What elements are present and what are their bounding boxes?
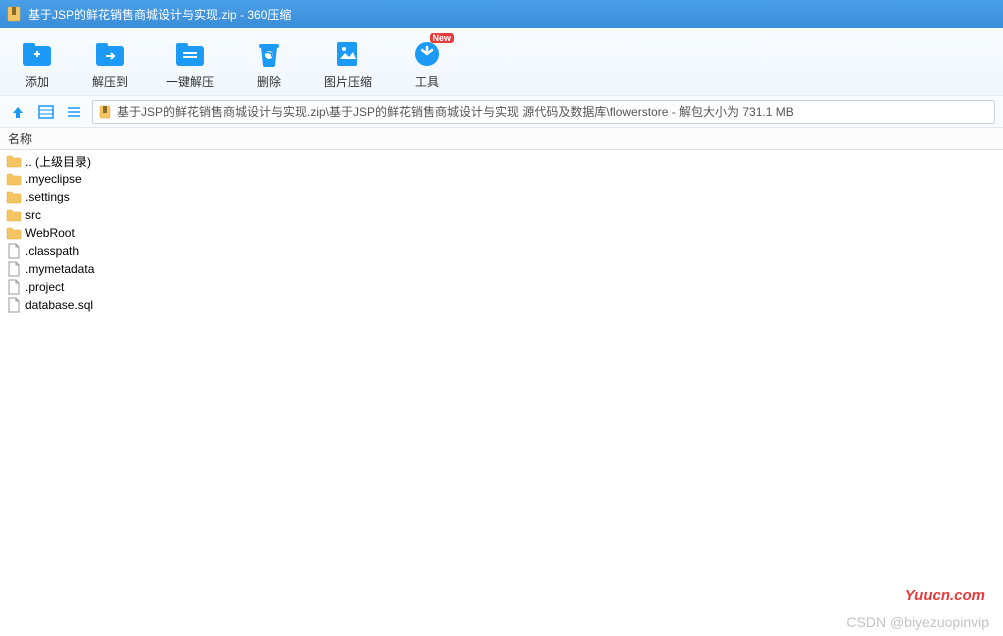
zip-icon	[97, 104, 113, 120]
file-name: .classpath	[25, 244, 79, 258]
file-name: database.sql	[25, 298, 93, 312]
file-name: .myeclipse	[25, 172, 82, 186]
toolbar-extract[interactable]: 一键解压	[166, 39, 214, 90]
list-item[interactable]: .project	[0, 278, 1003, 296]
app-icon	[6, 6, 22, 22]
file-name: WebRoot	[25, 226, 75, 240]
list-item[interactable]: .settings	[0, 188, 1003, 206]
toolbar-label: 添加	[25, 73, 49, 90]
file-name: .. (上级目录)	[25, 153, 91, 170]
toolbar-label: 图片压缩	[324, 73, 372, 90]
list-item[interactable]: .mymetadata	[0, 260, 1003, 278]
toolbar-label: 一键解压	[166, 73, 214, 90]
toolbar: 添加 解压到 一键解压 删除 图片压缩 New 工具	[0, 28, 1003, 96]
file-icon	[6, 279, 22, 295]
toolbar-add[interactable]: 添加	[20, 39, 54, 90]
toolbar-extract-to[interactable]: 解压到	[92, 39, 128, 90]
file-icon	[6, 243, 22, 259]
view-details-button[interactable]	[36, 102, 56, 122]
title-bar: 基于JSP的鲜花销售商城设计与实现.zip - 360压缩	[0, 0, 1003, 28]
toolbar-tools[interactable]: New 工具	[410, 39, 444, 90]
folder-icon	[6, 153, 22, 169]
file-icon	[6, 261, 22, 277]
list-item[interactable]: .classpath	[0, 242, 1003, 260]
file-name: .project	[25, 280, 64, 294]
delete-icon	[252, 39, 286, 69]
tools-icon	[410, 39, 444, 69]
view-list-button[interactable]	[64, 102, 84, 122]
window-title: 基于JSP的鲜花销售商城设计与实现.zip - 360压缩	[28, 6, 291, 23]
path-bar: 基于JSP的鲜花销售商城设计与实现.zip\基于JSP的鲜花销售商城设计与实现 …	[0, 96, 1003, 128]
file-list: .. (上级目录) .myeclipse .settings src WebRoot .c…	[0, 150, 1003, 316]
column-header: 名称	[0, 128, 1003, 150]
path-text: 基于JSP的鲜花销售商城设计与实现.zip\基于JSP的鲜花销售商城设计与实现 …	[117, 103, 794, 120]
list-item[interactable]: src	[0, 206, 1003, 224]
extract-to-icon	[93, 39, 127, 69]
add-folder-icon	[20, 39, 54, 69]
watermark-csdn: CSDN @biyezuopinvip	[846, 614, 989, 630]
path-field[interactable]: 基于JSP的鲜花销售商城设计与实现.zip\基于JSP的鲜花销售商城设计与实现 …	[92, 100, 995, 124]
column-name[interactable]: 名称	[0, 130, 32, 147]
toolbar-delete[interactable]: 删除	[252, 39, 286, 90]
up-button[interactable]	[8, 102, 28, 122]
file-name: .settings	[25, 190, 70, 204]
toolbar-image-compress[interactable]: 图片压缩	[324, 39, 372, 90]
toolbar-label: 解压到	[92, 73, 128, 90]
folder-icon	[6, 207, 22, 223]
toolbar-label: 删除	[257, 73, 281, 90]
toolbar-label: 工具	[415, 73, 439, 90]
folder-icon	[6, 171, 22, 187]
extract-icon	[173, 39, 207, 69]
list-item[interactable]: database.sql	[0, 296, 1003, 314]
folder-icon	[6, 189, 22, 205]
list-item[interactable]: WebRoot	[0, 224, 1003, 242]
list-item[interactable]: .. (上级目录)	[0, 152, 1003, 170]
folder-icon	[6, 225, 22, 241]
watermark-site: Yuucn.com	[905, 587, 985, 604]
file-name: .mymetadata	[25, 262, 94, 276]
file-icon	[6, 297, 22, 313]
list-item[interactable]: .myeclipse	[0, 170, 1003, 188]
file-name: src	[25, 208, 41, 222]
image-compress-icon	[331, 39, 365, 69]
new-badge: New	[430, 33, 455, 43]
